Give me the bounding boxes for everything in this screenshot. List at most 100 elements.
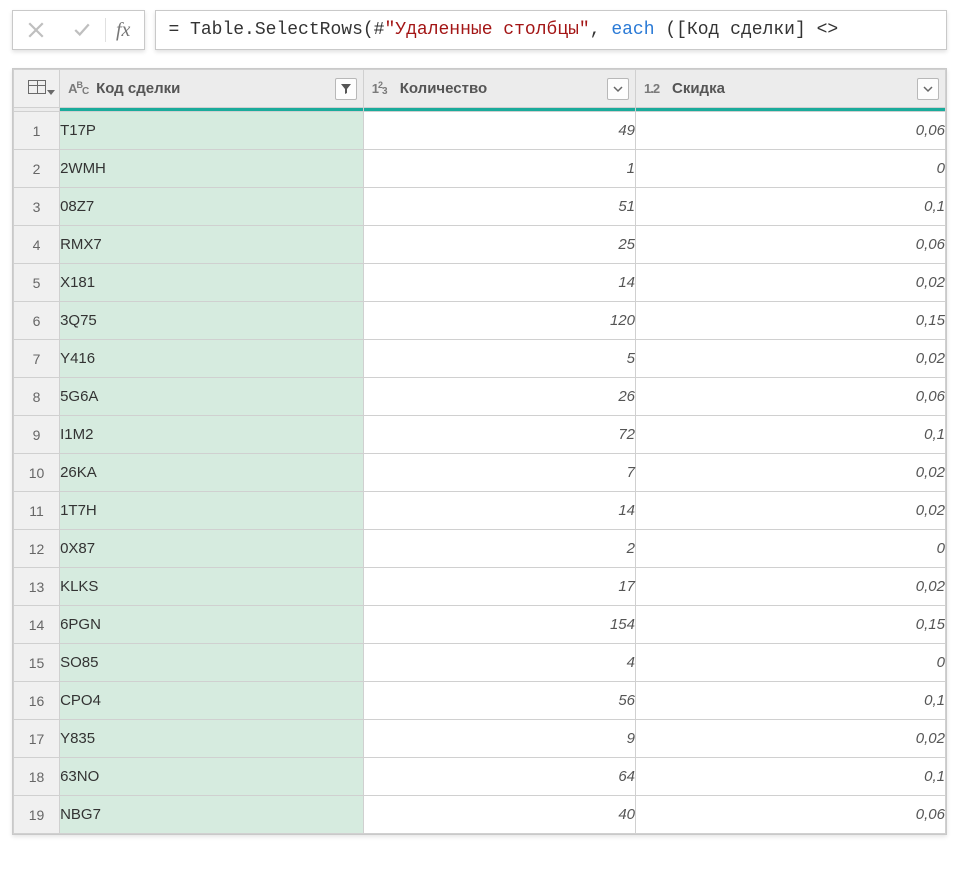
row-number[interactable]: 1	[14, 112, 60, 150]
row-number[interactable]: 7	[14, 340, 60, 378]
table-row[interactable]: 308Z7510,1	[14, 188, 946, 226]
cell-qty[interactable]: 72	[363, 416, 635, 454]
cell-disc[interactable]: 0,02	[636, 264, 946, 302]
cell-qty[interactable]: 40	[363, 796, 635, 834]
cell-code[interactable]: T17P	[60, 112, 364, 150]
row-number[interactable]: 11	[14, 492, 60, 530]
row-number[interactable]: 19	[14, 796, 60, 834]
cell-disc[interactable]: 0,15	[636, 606, 946, 644]
row-number[interactable]: 9	[14, 416, 60, 454]
row-number[interactable]: 13	[14, 568, 60, 606]
table-row[interactable]: 22WMH10	[14, 150, 946, 188]
table-row[interactable]: 120X8720	[14, 530, 946, 568]
cell-code[interactable]: 5G6A	[60, 378, 364, 416]
cell-qty[interactable]: 51	[363, 188, 635, 226]
cell-code[interactable]: NBG7	[60, 796, 364, 834]
cell-qty[interactable]: 14	[363, 264, 635, 302]
cell-code[interactable]: 3Q75	[60, 302, 364, 340]
row-number[interactable]: 17	[14, 720, 60, 758]
row-number[interactable]: 3	[14, 188, 60, 226]
cell-code[interactable]: 1T7H	[60, 492, 364, 530]
table-row[interactable]: 1863NO640,1	[14, 758, 946, 796]
table-row[interactable]: 111T7H140,02	[14, 492, 946, 530]
table-row[interactable]: 1T17P490,06	[14, 112, 946, 150]
column-header-code[interactable]: ABC Код сделки	[60, 70, 364, 108]
table-row[interactable]: 16CPO4560,1	[14, 682, 946, 720]
cell-qty[interactable]: 56	[363, 682, 635, 720]
cell-qty[interactable]: 25	[363, 226, 635, 264]
table-row[interactable]: 4RMX7250,06	[14, 226, 946, 264]
table-row[interactable]: 146PGN1540,15	[14, 606, 946, 644]
formula-input[interactable]: = Table.SelectRows(#"Удаленные столбцы",…	[155, 10, 947, 50]
table-row[interactable]: 15SO8540	[14, 644, 946, 682]
table-row[interactable]: 19NBG7400,06	[14, 796, 946, 834]
row-number[interactable]: 16	[14, 682, 60, 720]
table-row[interactable]: 9I1M2720,1	[14, 416, 946, 454]
cell-code[interactable]: 2WMH	[60, 150, 364, 188]
cell-disc[interactable]: 0	[636, 530, 946, 568]
row-number[interactable]: 12	[14, 530, 60, 568]
cell-qty[interactable]: 2	[363, 530, 635, 568]
cell-disc[interactable]: 0,1	[636, 416, 946, 454]
row-number[interactable]: 14	[14, 606, 60, 644]
select-all-corner[interactable]	[14, 70, 60, 108]
table-row[interactable]: 1026KA70,02	[14, 454, 946, 492]
cell-code[interactable]: 26KA	[60, 454, 364, 492]
cell-disc[interactable]: 0	[636, 644, 946, 682]
cell-code[interactable]: Y835	[60, 720, 364, 758]
cell-disc[interactable]: 0,02	[636, 568, 946, 606]
row-number[interactable]: 18	[14, 758, 60, 796]
cell-disc[interactable]: 0,06	[636, 378, 946, 416]
cell-disc[interactable]: 0,06	[636, 226, 946, 264]
row-number[interactable]: 4	[14, 226, 60, 264]
cell-disc[interactable]: 0,06	[636, 112, 946, 150]
cell-disc[interactable]: 0,02	[636, 454, 946, 492]
cell-disc[interactable]: 0	[636, 150, 946, 188]
cell-code[interactable]: 63NO	[60, 758, 364, 796]
cell-code[interactable]: X181	[60, 264, 364, 302]
cell-disc[interactable]: 0,02	[636, 720, 946, 758]
cell-qty[interactable]: 120	[363, 302, 635, 340]
row-number[interactable]: 2	[14, 150, 60, 188]
table-row[interactable]: 5X181140,02	[14, 264, 946, 302]
cell-qty[interactable]: 7	[363, 454, 635, 492]
cell-qty[interactable]: 26	[363, 378, 635, 416]
accept-formula-button[interactable]	[59, 11, 105, 49]
cell-disc[interactable]: 0,1	[636, 188, 946, 226]
cell-qty[interactable]: 5	[363, 340, 635, 378]
row-number[interactable]: 6	[14, 302, 60, 340]
column-header-qty[interactable]: 123 Количество	[363, 70, 635, 108]
cell-code[interactable]: 6PGN	[60, 606, 364, 644]
table-row[interactable]: 13KLKS170,02	[14, 568, 946, 606]
cell-qty[interactable]: 4	[363, 644, 635, 682]
cell-disc[interactable]: 0,1	[636, 682, 946, 720]
cell-qty[interactable]: 1	[363, 150, 635, 188]
table-row[interactable]: 63Q751200,15	[14, 302, 946, 340]
column-filter-button[interactable]	[917, 78, 939, 100]
table-row[interactable]: 17Y83590,02	[14, 720, 946, 758]
cell-code[interactable]: SO85	[60, 644, 364, 682]
cell-disc[interactable]: 0,02	[636, 340, 946, 378]
cell-disc[interactable]: 0,1	[636, 758, 946, 796]
cell-disc[interactable]: 0,02	[636, 492, 946, 530]
row-number[interactable]: 10	[14, 454, 60, 492]
table-row[interactable]: 7Y41650,02	[14, 340, 946, 378]
table-row[interactable]: 85G6A260,06	[14, 378, 946, 416]
cell-code[interactable]: CPO4	[60, 682, 364, 720]
cell-code[interactable]: 08Z7	[60, 188, 364, 226]
cell-qty[interactable]: 9	[363, 720, 635, 758]
cell-code[interactable]: 0X87	[60, 530, 364, 568]
cell-qty[interactable]: 64	[363, 758, 635, 796]
cell-qty[interactable]: 17	[363, 568, 635, 606]
cell-code[interactable]: Y416	[60, 340, 364, 378]
column-header-disc[interactable]: 1.2 Скидка	[636, 70, 946, 108]
row-number[interactable]: 8	[14, 378, 60, 416]
cell-qty[interactable]: 154	[363, 606, 635, 644]
cell-code[interactable]: RMX7	[60, 226, 364, 264]
cell-qty[interactable]: 49	[363, 112, 635, 150]
cell-code[interactable]: KLKS	[60, 568, 364, 606]
row-number[interactable]: 15	[14, 644, 60, 682]
cancel-formula-button[interactable]	[13, 11, 59, 49]
fx-label[interactable]: fx	[106, 19, 144, 42]
row-number[interactable]: 5	[14, 264, 60, 302]
